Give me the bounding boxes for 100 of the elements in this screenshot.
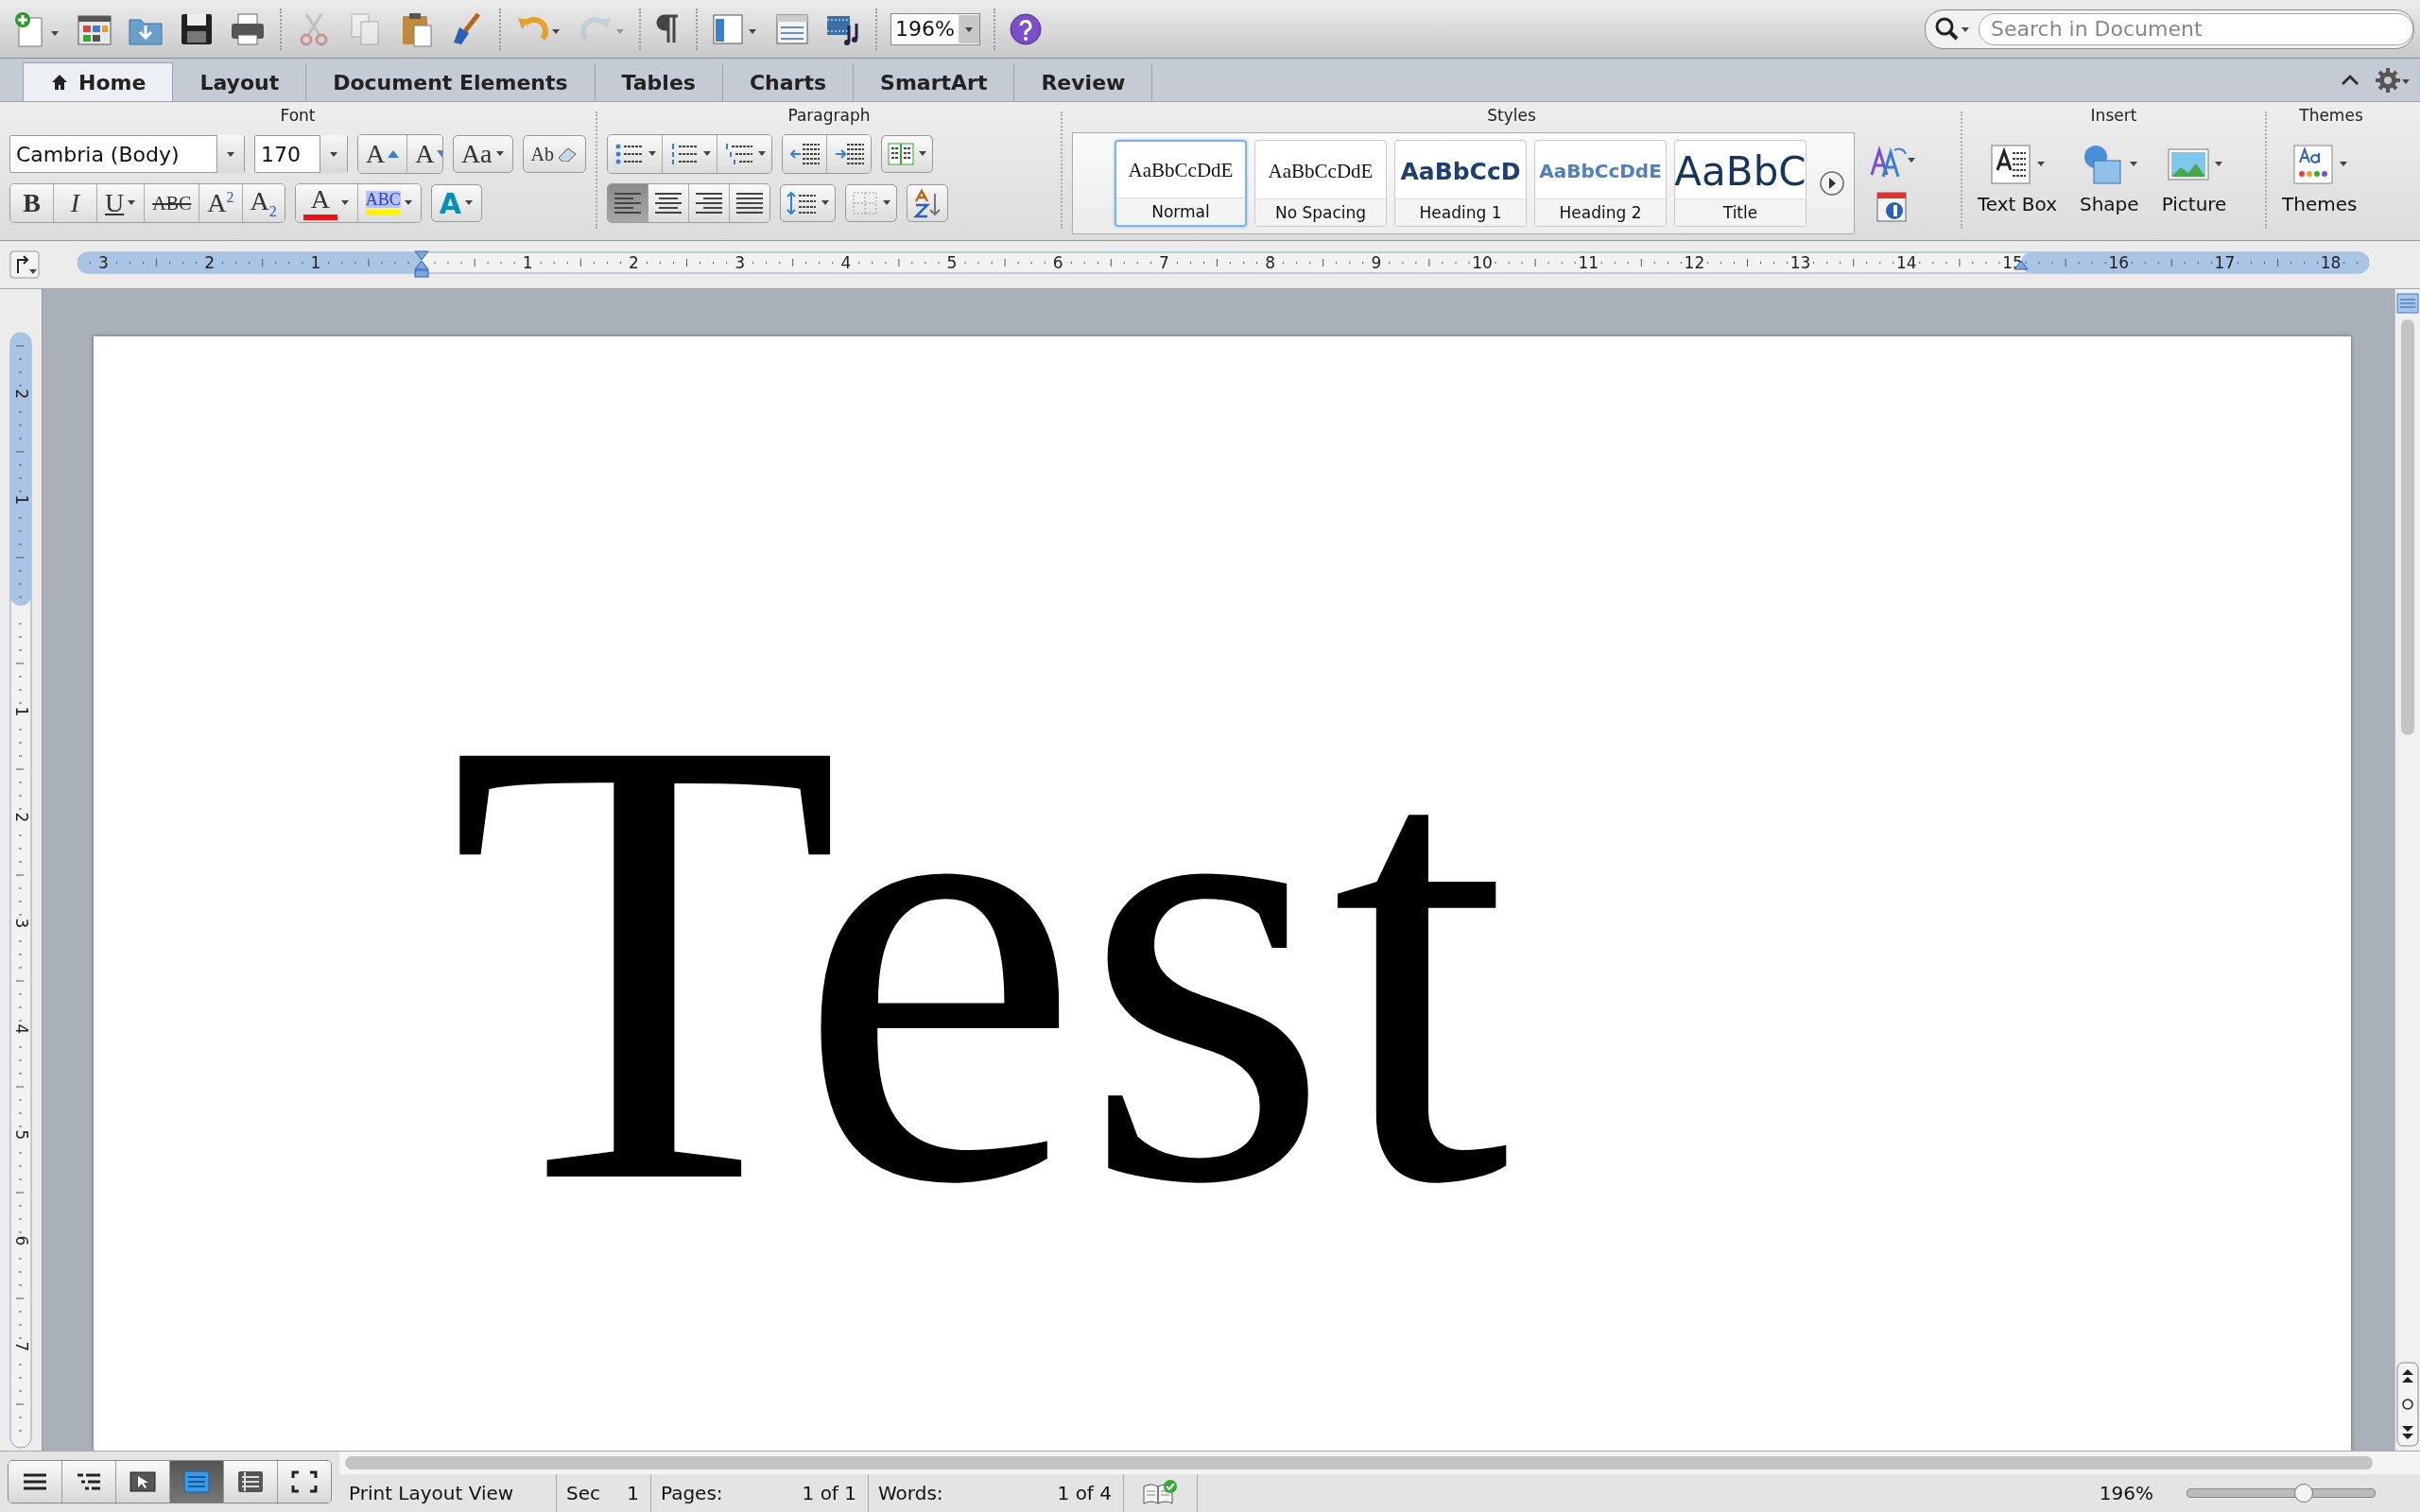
style-name: Normal: [1116, 198, 1245, 225]
section-number: 1: [627, 1482, 639, 1504]
page-count: 1 of 1: [802, 1482, 856, 1504]
caret-icon: [2036, 162, 2047, 167]
style-swatch[interactable]: AaBbCcD Heading 1: [1394, 140, 1527, 227]
font-size: 170: [260, 142, 302, 166]
caret-icon: [494, 151, 505, 157]
focus-view-button[interactable]: [278, 1461, 331, 1503]
alignment-icon: [694, 190, 724, 216]
ribbon-tab[interactable]: SmartArt: [854, 63, 1015, 101]
ribbon-tab[interactable]: Tables: [595, 63, 723, 101]
clear-formatting-button[interactable]: Ab: [522, 135, 586, 173]
borders-icon: [851, 190, 879, 216]
decrease-indent-button[interactable]: [783, 135, 827, 173]
horizontal-scrollbar[interactable]: [345, 1456, 2373, 1469]
tab-selector-icon[interactable]: [9, 250, 40, 279]
pages-label: Pages:: [661, 1482, 723, 1504]
ruler-number: 2: [629, 253, 639, 272]
group-title: Insert: [2089, 106, 2138, 127]
columns-button[interactable]: [881, 135, 933, 173]
search-field[interactable]: Search in Document: [1979, 12, 2413, 45]
slider-thumb[interactable]: [2294, 1484, 2313, 1503]
outline-view-button[interactable]: [62, 1461, 116, 1503]
alignment-icon: [653, 190, 683, 216]
ruler-number: 1: [310, 253, 321, 272]
caret-icon: [821, 200, 830, 206]
help-icon[interactable]: [1008, 11, 1043, 46]
indent-marker[interactable]: [414, 250, 429, 278]
font-name: Cambria (Body): [15, 142, 181, 166]
group-title: Themes: [2298, 106, 2364, 127]
ruler-number: 17: [2214, 253, 2236, 272]
ruler-number: 16: [2108, 253, 2129, 272]
picture-button[interactable]: Picture: [2155, 142, 2233, 215]
zoom-value: 196%: [894, 17, 956, 41]
ruler-number: 1: [12, 706, 31, 717]
line-spacing-button[interactable]: [780, 184, 836, 222]
style-swatch[interactable]: AaBbC Title: [1674, 140, 1806, 227]
grow-font-button[interactable]: A: [358, 135, 408, 173]
alignment-icon: [613, 190, 643, 216]
zoom-combo-box[interactable]: 196%: [890, 12, 980, 45]
style-preview: AaBbCcDdE: [1539, 159, 1662, 184]
ruler-number: 9: [1371, 253, 1382, 272]
group-title: Paragraph: [786, 106, 872, 127]
draft-view-button[interactable]: [9, 1461, 62, 1503]
style-swatch[interactable]: AaBbCcDdE Heading 2: [1534, 140, 1667, 227]
ribbon-tab[interactable]: Review: [1014, 63, 1153, 101]
up-triangle-icon: [388, 149, 400, 159]
ruler-number: 13: [1789, 253, 1811, 272]
themes-button[interactable]: Themes: [2276, 142, 2363, 215]
ruler-number: 18: [2320, 253, 2342, 272]
ruler-number: 1: [12, 494, 31, 506]
font-name-combo-box[interactable]: Cambria (Body): [9, 135, 245, 173]
ribbon-tab[interactable]: Layout: [173, 63, 307, 101]
ruler-number: 5: [12, 1129, 31, 1141]
ruler-number: 10: [1472, 253, 1493, 272]
caret-icon: [127, 200, 137, 206]
caret-icon: [918, 151, 927, 157]
borders-button[interactable]: [845, 184, 897, 222]
ruler-number: 3: [98, 253, 109, 272]
caret-icon: [2128, 162, 2138, 167]
publishing-view-button[interactable]: [116, 1461, 170, 1503]
ruler-number: 3: [735, 253, 745, 272]
caret-icon: [882, 200, 891, 206]
scroll-thumb[interactable]: [2401, 319, 2414, 735]
ruler-number: 12: [1684, 253, 1705, 272]
view-name: Print Layout View: [349, 1482, 514, 1504]
vertical-scrollbar[interactable]: [2394, 289, 2420, 1451]
group-title: Font: [279, 106, 317, 127]
book-check-icon[interactable]: [1140, 1479, 1179, 1507]
ribbon-tab[interactable]: Document Elements: [306, 63, 596, 101]
ruler-number: 4: [12, 1023, 31, 1035]
home-icon: [50, 73, 69, 92]
eraser-icon: [557, 146, 578, 162]
style-swatch[interactable]: AaBbCcDdE Normal: [1115, 140, 1247, 227]
shape-button[interactable]: Shape: [2074, 142, 2145, 215]
zoom-percentage: 196%: [2099, 1482, 2153, 1504]
gear-icon[interactable]: [2375, 65, 2412, 94]
ribbon-tab[interactable]: Charts: [722, 63, 855, 101]
word-count: 1 of 4: [1057, 1482, 1112, 1504]
style-swatch[interactable]: AaBbCcDdE No Spacing: [1254, 140, 1387, 227]
bold-button[interactable]: B: [10, 184, 54, 222]
ruler-number: 2: [12, 812, 31, 823]
align-left-button[interactable]: [608, 184, 648, 222]
ribbon-tab[interactable]: Home: [23, 62, 174, 101]
style-preview: AaBbCcD: [1400, 156, 1521, 187]
style-name: Heading 1: [1395, 198, 1526, 226]
text-box-button[interactable]: Text Box: [1972, 142, 2063, 215]
sort-button[interactable]: [907, 184, 948, 222]
ruler-number: 2: [204, 253, 215, 272]
caret-icon: [648, 151, 657, 157]
ruler-number: 11: [1578, 253, 1599, 272]
notebook-view-button[interactable]: [224, 1461, 278, 1503]
group-title: Styles: [1486, 106, 1537, 127]
font-color-button[interactable]: A: [295, 184, 358, 222]
caret-icon: [757, 151, 767, 157]
browse-buttons-icon[interactable]: [2396, 1362, 2419, 1447]
font-size-combo-box[interactable]: 170: [254, 135, 348, 173]
style-preview: AaBbC: [1675, 146, 1806, 197]
bullets-button[interactable]: [608, 135, 663, 173]
change-case-button[interactable]: Aa: [452, 135, 513, 173]
